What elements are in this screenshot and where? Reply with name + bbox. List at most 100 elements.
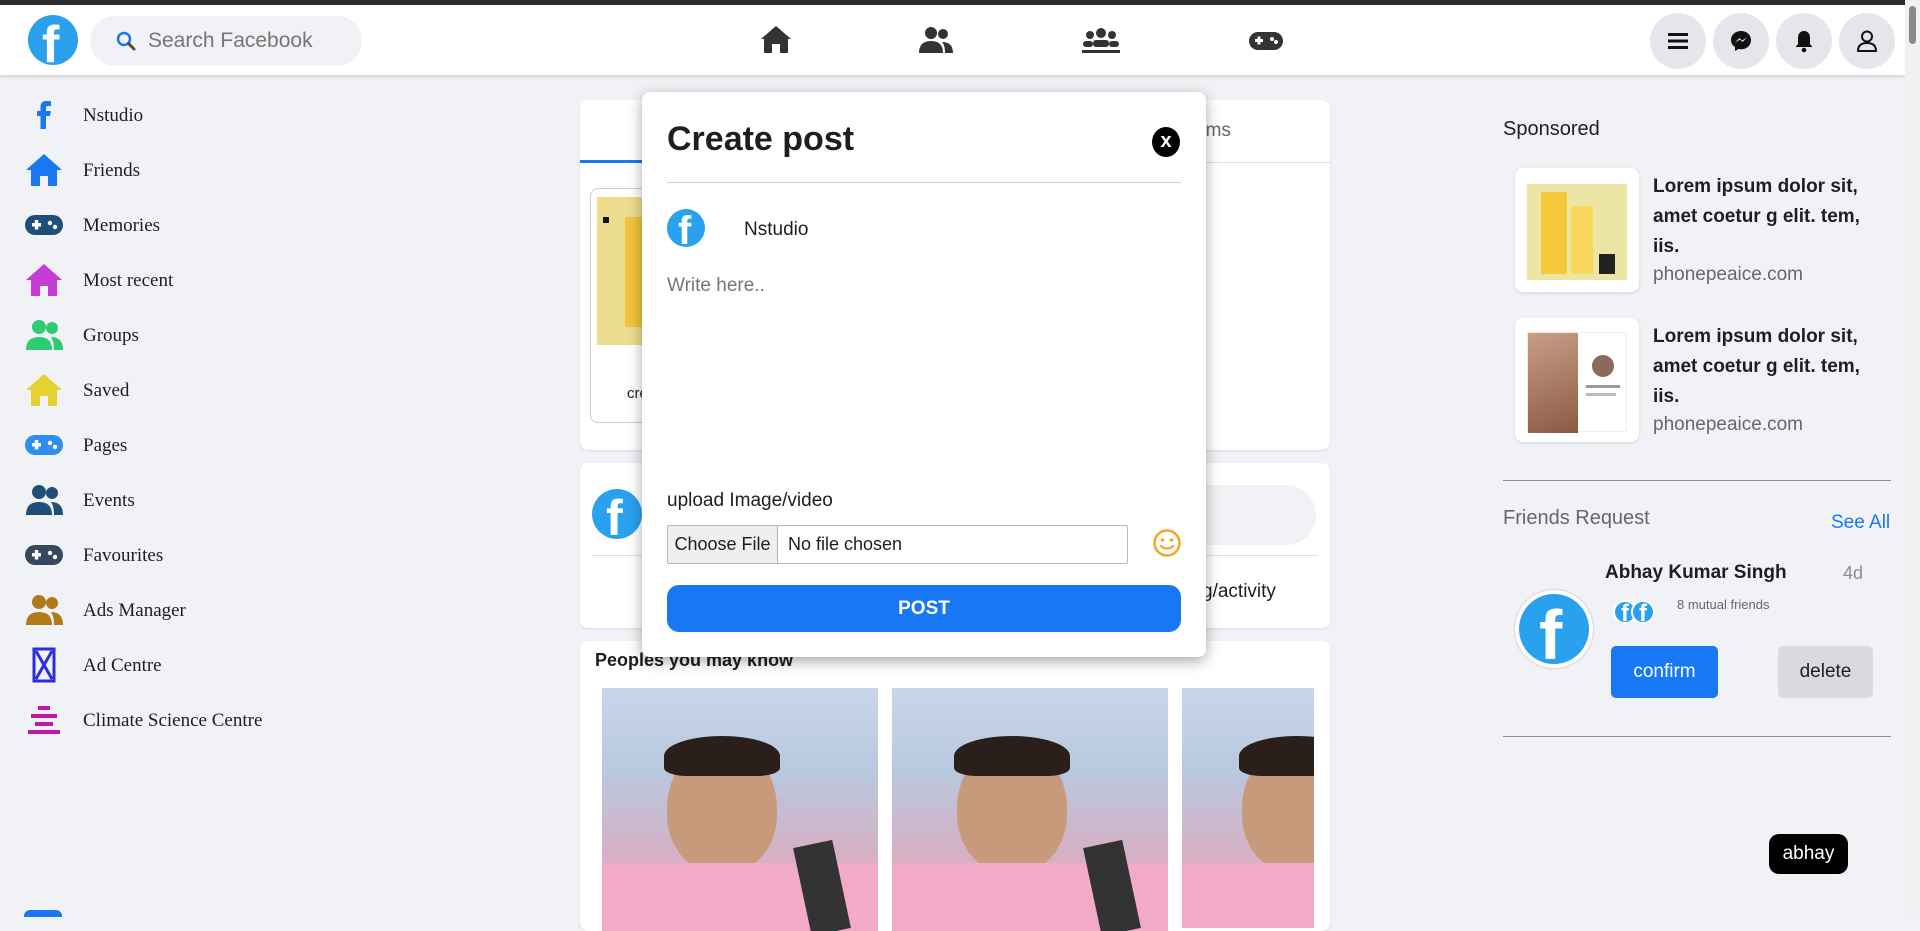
divider	[667, 182, 1181, 183]
facebook-logo-icon: f	[1519, 594, 1589, 664]
modal-title: Create post	[667, 120, 855, 158]
sponsored-ad[interactable]: Lorem ipsum dolor sit, amet coetur g eli…	[1515, 318, 1895, 443]
search-box[interactable]	[90, 16, 362, 66]
see-all-link[interactable]: See All	[1831, 512, 1890, 534]
product-tube	[1541, 192, 1567, 274]
top-navbar: f	[0, 5, 1905, 75]
home-icon	[26, 264, 62, 296]
sidebar-item-ad-centre[interactable]: Ad Centre	[24, 643, 404, 687]
left-sidebar: Nstudio Friends Memories Most recent Gro…	[0, 76, 420, 917]
sidebar-item-memories[interactable]: Memories	[24, 203, 404, 247]
sidebar-item-groups[interactable]: Groups	[24, 313, 404, 357]
page-scrollbar[interactable]	[1905, 0, 1920, 917]
sidebar-item-label: Friends	[83, 160, 140, 181]
home-icon	[26, 374, 62, 406]
sidebar-item-ads-manager[interactable]: Ads Manager	[24, 588, 404, 632]
facebook-f-icon	[37, 101, 51, 129]
gaming-icon[interactable]	[1245, 23, 1287, 57]
ad-thumbnail	[1515, 318, 1639, 442]
sponsored-title: Sponsored	[1503, 118, 1600, 140]
ad-image	[1527, 184, 1627, 280]
stack-icon	[28, 706, 60, 734]
choose-file-button[interactable]: Choose File	[668, 526, 778, 563]
people-you-may-know-card: Peoples you may know	[580, 641, 1330, 931]
create-post-modal: Create post x f Nstudio upload Image/vid…	[642, 92, 1206, 657]
sidebar-item-label: Events	[83, 490, 135, 511]
ad-domain[interactable]: phonepeaice.com	[1653, 264, 1803, 286]
person-photo[interactable]	[892, 688, 1168, 931]
profile-button[interactable]	[1839, 13, 1895, 69]
search-input[interactable]	[148, 28, 348, 54]
sponsored-ad[interactable]: Lorem ipsum dolor sit, amet coetur g eli…	[1515, 168, 1895, 293]
product-mark	[603, 217, 609, 223]
emoji-icon[interactable]	[1152, 528, 1182, 558]
home-icon[interactable]	[755, 23, 797, 57]
hourglass-icon	[32, 647, 56, 683]
divider	[1503, 480, 1891, 481]
home-icon	[26, 154, 62, 186]
product-tube	[1571, 206, 1593, 274]
gamepad-icon	[25, 435, 63, 455]
menu-button[interactable]	[1650, 13, 1706, 69]
post-text-input[interactable]	[667, 275, 1181, 475]
ad-text: Lorem ipsum dolor sit, amet coetur g eli…	[1653, 176, 1860, 257]
sidebar-item-favourites[interactable]: Favourites	[24, 533, 404, 577]
profile-icon	[1856, 30, 1878, 52]
person-hair	[1239, 736, 1314, 776]
menu-icon	[1668, 33, 1688, 49]
ad-thumbnail	[1515, 168, 1639, 292]
ad-text: Lorem ipsum dolor sit, amet coetur g eli…	[1653, 326, 1860, 407]
scrollbar-thumb[interactable]	[1909, 6, 1916, 44]
confirm-button[interactable]: confirm	[1611, 646, 1718, 698]
sidebar-item-label: Saved	[83, 380, 130, 401]
messenger-button[interactable]	[1713, 13, 1769, 69]
person-shirt	[1182, 863, 1314, 928]
requester-name[interactable]: Abhay Kumar Singh	[1605, 562, 1787, 584]
sidebar-item-label: Groups	[83, 325, 139, 346]
file-input[interactable]: Choose File No file chosen	[667, 525, 1128, 564]
notifications-button[interactable]	[1776, 13, 1832, 69]
users-icon	[26, 595, 63, 625]
request-time: 4d	[1843, 563, 1864, 583]
sidebar-item-label: Ad Centre	[83, 655, 162, 676]
friends-request-title: Friends Request	[1503, 507, 1650, 529]
upload-label: upload Image/video	[667, 490, 833, 511]
sidebar-item-label: Nstudio	[83, 105, 144, 126]
user-avatar: f	[667, 209, 705, 247]
messenger-icon	[1731, 31, 1751, 51]
sidebar-item-events[interactable]: Events	[24, 478, 404, 522]
post-button[interactable]: POST	[667, 585, 1181, 632]
sidebar-item-most-recent[interactable]: Most recent	[24, 258, 404, 302]
avatar[interactable]: f	[1515, 590, 1593, 668]
sidebar-item-label: Climate Science Centre	[83, 710, 263, 731]
facebook-logo-icon: f	[592, 489, 642, 539]
sidebar-item-nstudio[interactable]: Nstudio	[24, 93, 404, 137]
feeling-activity-label[interactable]: g/activity	[1202, 581, 1276, 603]
groups-icon[interactable]	[1080, 23, 1122, 57]
sidebar-item-pages[interactable]: Pages	[24, 423, 404, 467]
divider	[1503, 736, 1891, 737]
ad-image-photo	[1528, 333, 1578, 433]
sidebar-item-friends[interactable]: Friends	[24, 148, 404, 192]
person-photo[interactable]	[1182, 688, 1314, 928]
file-status: No file chosen	[788, 534, 903, 554]
facebook-logo-icon[interactable]: f	[28, 15, 78, 65]
ad-image-circle	[1592, 355, 1614, 377]
sidebar-item-saved[interactable]: Saved	[24, 368, 404, 412]
create-story-card[interactable]: cre	[590, 188, 650, 423]
person-hair	[954, 736, 1070, 776]
users-icon	[26, 320, 63, 350]
sidebar-item-climate[interactable]: Climate Science Centre	[24, 698, 404, 742]
bell-icon	[1795, 31, 1813, 53]
delete-button[interactable]: delete	[1778, 646, 1873, 698]
sidebar-item-label: Favourites	[83, 545, 164, 566]
ad-domain[interactable]: phonepeaice.com	[1653, 414, 1803, 436]
mutual-friends-count: 8 mutual friends	[1677, 597, 1770, 612]
mutual-friend-avatar: f	[1631, 600, 1655, 624]
users-icon	[26, 485, 63, 515]
tooltip: abhay	[1769, 834, 1848, 874]
person-photo[interactable]	[602, 688, 878, 931]
active-tab-indicator	[580, 160, 650, 163]
friends-icon[interactable]	[915, 23, 957, 57]
close-button[interactable]: x	[1152, 127, 1180, 157]
